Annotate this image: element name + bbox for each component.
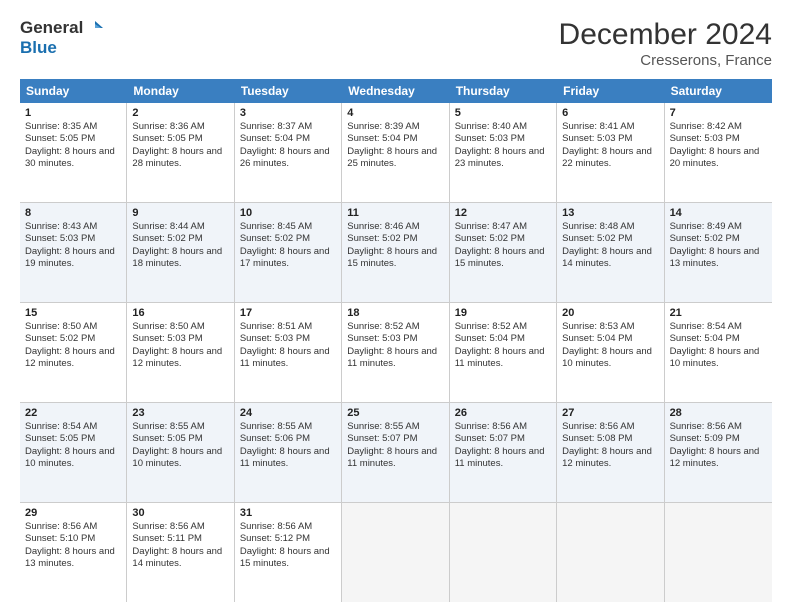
table-row: 17Sunrise: 8:51 AMSunset: 5:03 PMDayligh… — [235, 303, 342, 402]
main-title: December 2024 — [559, 18, 772, 52]
table-row: 9Sunrise: 8:44 AMSunset: 5:02 PMDaylight… — [127, 203, 234, 302]
table-row — [342, 503, 449, 602]
logo-blue: Blue — [20, 38, 57, 58]
table-row: 26Sunrise: 8:56 AMSunset: 5:07 PMDayligh… — [450, 403, 557, 502]
page: General Blue December 2024 Cresserons, F… — [0, 0, 792, 612]
header-tuesday: Tuesday — [235, 79, 342, 103]
table-row: 19Sunrise: 8:52 AMSunset: 5:04 PMDayligh… — [450, 303, 557, 402]
title-block: December 2024 Cresserons, France — [559, 18, 772, 69]
logo-bird-icon — [85, 19, 103, 37]
table-row — [665, 503, 772, 602]
table-row: 14Sunrise: 8:49 AMSunset: 5:02 PMDayligh… — [665, 203, 772, 302]
header-monday: Monday — [127, 79, 234, 103]
header-friday: Friday — [557, 79, 664, 103]
header-saturday: Saturday — [665, 79, 772, 103]
calendar-header: Sunday Monday Tuesday Wednesday Thursday… — [20, 79, 772, 103]
table-row: 22Sunrise: 8:54 AMSunset: 5:05 PMDayligh… — [20, 403, 127, 502]
table-row: 11Sunrise: 8:46 AMSunset: 5:02 PMDayligh… — [342, 203, 449, 302]
logo: General Blue — [20, 18, 103, 58]
calendar-body: 1Sunrise: 8:35 AMSunset: 5:05 PMDaylight… — [20, 103, 772, 602]
table-row: 2Sunrise: 8:36 AMSunset: 5:05 PMDaylight… — [127, 103, 234, 202]
table-row: 6Sunrise: 8:41 AMSunset: 5:03 PMDaylight… — [557, 103, 664, 202]
calendar-row: 15Sunrise: 8:50 AMSunset: 5:02 PMDayligh… — [20, 303, 772, 403]
subtitle: Cresserons, France — [559, 52, 772, 69]
header-sunday: Sunday — [20, 79, 127, 103]
table-row: 29Sunrise: 8:56 AMSunset: 5:10 PMDayligh… — [20, 503, 127, 602]
header: General Blue December 2024 Cresserons, F… — [20, 18, 772, 69]
table-row: 24Sunrise: 8:55 AMSunset: 5:06 PMDayligh… — [235, 403, 342, 502]
table-row: 20Sunrise: 8:53 AMSunset: 5:04 PMDayligh… — [557, 303, 664, 402]
table-row — [557, 503, 664, 602]
calendar: Sunday Monday Tuesday Wednesday Thursday… — [20, 79, 772, 602]
table-row: 3Sunrise: 8:37 AMSunset: 5:04 PMDaylight… — [235, 103, 342, 202]
calendar-row: 1Sunrise: 8:35 AMSunset: 5:05 PMDaylight… — [20, 103, 772, 203]
table-row — [450, 503, 557, 602]
table-row: 13Sunrise: 8:48 AMSunset: 5:02 PMDayligh… — [557, 203, 664, 302]
header-wednesday: Wednesday — [342, 79, 449, 103]
calendar-row: 22Sunrise: 8:54 AMSunset: 5:05 PMDayligh… — [20, 403, 772, 503]
table-row: 30Sunrise: 8:56 AMSunset: 5:11 PMDayligh… — [127, 503, 234, 602]
calendar-row: 29Sunrise: 8:56 AMSunset: 5:10 PMDayligh… — [20, 503, 772, 602]
table-row: 8Sunrise: 8:43 AMSunset: 5:03 PMDaylight… — [20, 203, 127, 302]
header-thursday: Thursday — [450, 79, 557, 103]
table-row: 5Sunrise: 8:40 AMSunset: 5:03 PMDaylight… — [450, 103, 557, 202]
table-row: 27Sunrise: 8:56 AMSunset: 5:08 PMDayligh… — [557, 403, 664, 502]
table-row: 1Sunrise: 8:35 AMSunset: 5:05 PMDaylight… — [20, 103, 127, 202]
table-row: 10Sunrise: 8:45 AMSunset: 5:02 PMDayligh… — [235, 203, 342, 302]
calendar-row: 8Sunrise: 8:43 AMSunset: 5:03 PMDaylight… — [20, 203, 772, 303]
table-row: 7Sunrise: 8:42 AMSunset: 5:03 PMDaylight… — [665, 103, 772, 202]
table-row: 23Sunrise: 8:55 AMSunset: 5:05 PMDayligh… — [127, 403, 234, 502]
table-row: 4Sunrise: 8:39 AMSunset: 5:04 PMDaylight… — [342, 103, 449, 202]
table-row: 18Sunrise: 8:52 AMSunset: 5:03 PMDayligh… — [342, 303, 449, 402]
table-row: 21Sunrise: 8:54 AMSunset: 5:04 PMDayligh… — [665, 303, 772, 402]
table-row: 31Sunrise: 8:56 AMSunset: 5:12 PMDayligh… — [235, 503, 342, 602]
table-row: 15Sunrise: 8:50 AMSunset: 5:02 PMDayligh… — [20, 303, 127, 402]
table-row: 12Sunrise: 8:47 AMSunset: 5:02 PMDayligh… — [450, 203, 557, 302]
table-row: 28Sunrise: 8:56 AMSunset: 5:09 PMDayligh… — [665, 403, 772, 502]
table-row: 16Sunrise: 8:50 AMSunset: 5:03 PMDayligh… — [127, 303, 234, 402]
table-row: 25Sunrise: 8:55 AMSunset: 5:07 PMDayligh… — [342, 403, 449, 502]
logo-general: General — [20, 18, 83, 38]
